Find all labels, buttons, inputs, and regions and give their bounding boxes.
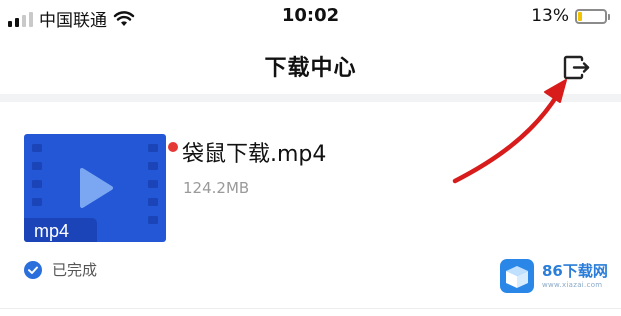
battery-icon [575,8,610,24]
video-file-thumbnail[interactable]: mp4 [24,134,166,242]
row-divider [0,308,621,309]
box-logo-icon [500,259,534,293]
page-title: 下载中心 [264,56,357,81]
export-icon[interactable] [560,52,592,84]
status-bar: 中国联通 10:02 13% [0,0,621,34]
download-status: 已完成 [24,259,97,280]
section-divider [0,94,621,102]
site-watermark: 86下载网 www.xiazai.com [498,256,616,296]
file-size: 124.2MB [183,179,250,197]
nav-bar: 下载中心 [0,34,621,94]
clock: 10:02 [281,5,340,26]
check-circle-icon [24,260,42,279]
file-name: 袋鼠下载.mp4 [182,142,327,167]
status-bar-right: 13% [531,6,610,26]
watermark-url: www.xiazai.com [542,281,603,289]
unread-dot [168,142,178,152]
file-type-label: mp4 [34,221,69,241]
status-label: 已完成 [52,261,98,279]
battery-percent: 13% [531,6,569,26]
watermark-brand: 86下载网 [542,262,608,280]
